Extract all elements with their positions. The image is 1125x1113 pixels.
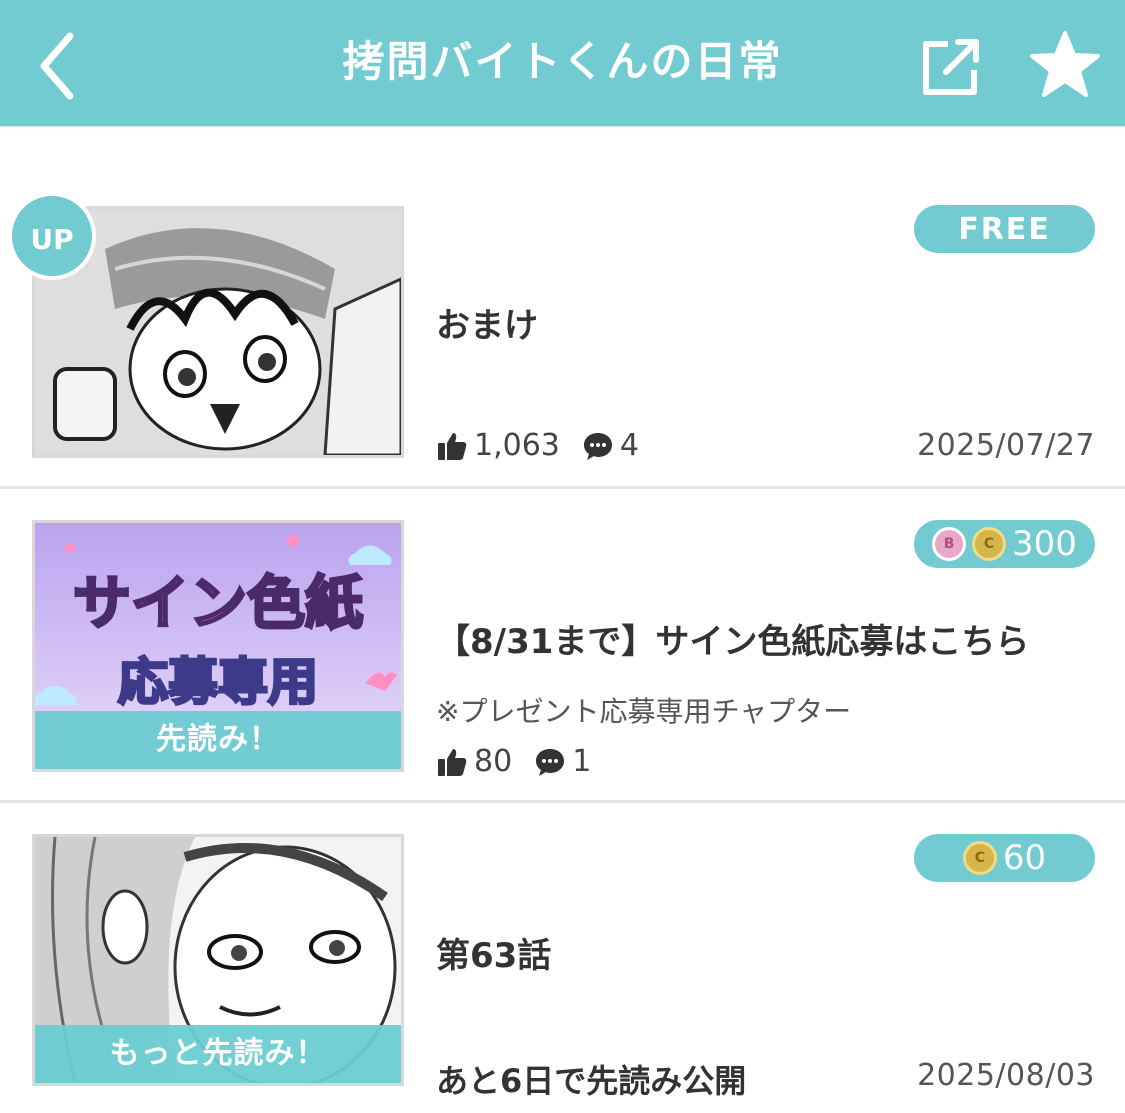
episode-thumbnail[interactable]: サイン色紙 応募専用 先読み！ <box>32 520 404 772</box>
episode-title: 第63話 <box>436 936 552 976</box>
episode-date: 2025/08/03 <box>917 1058 1095 1093</box>
preview-ribbon: 先読み！ <box>35 711 401 769</box>
like-count: 80 <box>474 744 513 779</box>
thumbs-up-icon <box>438 432 467 460</box>
comment-icon <box>536 748 565 776</box>
episode-stats: 1,063 4 <box>436 428 639 463</box>
episode-title: おまけ <box>436 306 538 346</box>
price-value: 300 <box>1012 524 1077 564</box>
svg-text:応募専用: 応募専用 <box>118 654 318 710</box>
comment-icon <box>583 432 612 460</box>
episode-date: 2025/07/27 <box>917 428 1095 463</box>
price-value: 60 <box>1002 838 1047 878</box>
up-badge: UP <box>8 192 96 280</box>
price-badge: B C 300 <box>914 520 1095 568</box>
price-badge: C 60 <box>914 834 1095 882</box>
coin-icon: C <box>962 841 997 875</box>
episode-thumbnail[interactable]: もっと先読み！ <box>32 834 404 1086</box>
bonus-coin-icon: B <box>932 527 967 561</box>
like-count: 1,063 <box>474 428 560 463</box>
preview-ribbon: もっと先読み！ <box>35 1025 401 1083</box>
coin-icon: C <box>972 527 1007 561</box>
episode-stats: 80 1 <box>436 744 591 779</box>
episode-row[interactable]: UP FREE おまけ 1,063 4 2025/07/27 <box>0 0 1125 490</box>
svg-text:サイン色紙: サイン色紙 <box>73 571 363 636</box>
thumbs-up-icon <box>438 748 467 776</box>
comment-count: 1 <box>572 744 592 779</box>
comment-count: 4 <box>619 428 639 463</box>
episode-subtitle: ※プレゼント応募専用チャプター <box>436 695 852 728</box>
row-divider <box>0 486 1125 489</box>
episode-row[interactable]: もっと先読み！ C 60 第63話 あと6日で先読み公開 2025/08/03 <box>0 804 1125 1113</box>
episode-row[interactable]: サイン色紙 応募専用 先読み！ B C 300 【8/31まで】サイン色紙応募は… <box>0 490 1125 804</box>
release-note: あと6日で先読み公開 <box>436 1062 747 1100</box>
row-divider <box>0 800 1125 803</box>
free-badge: FREE <box>914 205 1095 253</box>
episode-title: 【8/31まで】サイン色紙応募はこちら <box>436 622 1030 662</box>
